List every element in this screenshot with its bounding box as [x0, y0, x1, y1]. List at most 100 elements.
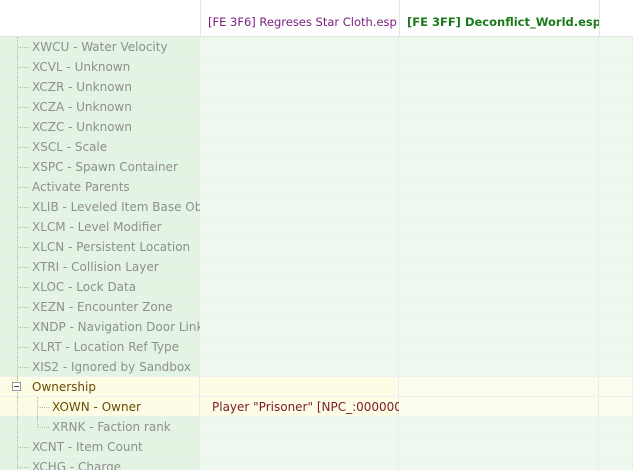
- value-cell[interactable]: [200, 217, 399, 237]
- value-cell[interactable]: [399, 417, 599, 437]
- value-cell[interactable]: [399, 77, 599, 97]
- value-cell[interactable]: [399, 357, 599, 377]
- field-name-cell[interactable]: XCZC - Unknown: [0, 117, 200, 137]
- value-cell[interactable]: [399, 457, 599, 470]
- value-cell[interactable]: [399, 277, 599, 297]
- field-name-cell[interactable]: XOWN - Owner: [0, 397, 200, 417]
- table-row[interactable]: XLIB - Leveled Item Base Obj...: [0, 197, 633, 217]
- field-name-cell[interactable]: XWCU - Water Velocity: [0, 37, 200, 57]
- field-name-cell[interactable]: XSCL - Scale: [0, 137, 200, 157]
- value-cell[interactable]: [399, 397, 599, 417]
- field-name-cell[interactable]: XCHG - Charge: [0, 457, 200, 470]
- field-name-cell[interactable]: XCVL - Unknown: [0, 57, 200, 77]
- value-cell[interactable]: [399, 337, 599, 357]
- field-name-cell[interactable]: XNDP - Navigation Door Link: [0, 317, 203, 337]
- value-cell[interactable]: [599, 157, 633, 177]
- field-name-cell[interactable]: XSPC - Spawn Container: [0, 157, 200, 177]
- field-name-cell[interactable]: XLOC - Lock Data: [0, 277, 200, 297]
- value-cell[interactable]: [200, 117, 399, 137]
- table-row[interactable]: XCNT - Item Count: [0, 437, 633, 457]
- value-cell[interactable]: [200, 237, 399, 257]
- value-cell[interactable]: [599, 77, 633, 97]
- value-cell[interactable]: [599, 417, 633, 437]
- value-cell[interactable]: [399, 377, 599, 397]
- field-name-cell[interactable]: XLIB - Leveled Item Base Obj...: [0, 197, 217, 217]
- value-cell[interactable]: [599, 397, 633, 417]
- column-header-name[interactable]: [0, 0, 200, 36]
- value-cell[interactable]: [200, 97, 399, 117]
- value-cell[interactable]: [599, 117, 633, 137]
- table-row[interactable]: XCZC - Unknown: [0, 117, 633, 137]
- value-cell[interactable]: [200, 457, 399, 470]
- table-row-ownership[interactable]: Ownership: [0, 377, 633, 397]
- table-row[interactable]: XLCN - Persistent Location: [0, 237, 633, 257]
- table-row[interactable]: XWCU - Water Velocity: [0, 37, 633, 57]
- value-cell[interactable]: [200, 177, 399, 197]
- value-cell[interactable]: [399, 257, 599, 277]
- field-name-cell[interactable]: XRNK - Faction rank: [0, 417, 200, 437]
- value-cell[interactable]: [399, 137, 599, 157]
- value-cell[interactable]: [399, 297, 599, 317]
- value-cell[interactable]: [399, 197, 599, 217]
- table-row[interactable]: XTRI - Collision Layer: [0, 257, 633, 277]
- value-cell[interactable]: [200, 377, 399, 397]
- value-cell[interactable]: [200, 257, 399, 277]
- field-name-cell[interactable]: XIS2 - Ignored by Sandbox: [0, 357, 200, 377]
- value-cell[interactable]: [200, 77, 399, 97]
- value-cell[interactable]: [200, 137, 399, 157]
- field-name-cell[interactable]: XCZA - Unknown: [0, 97, 200, 117]
- value-cell[interactable]: [599, 337, 633, 357]
- value-cell[interactable]: [200, 297, 399, 317]
- value-cell[interactable]: [599, 177, 633, 197]
- value-cell[interactable]: [599, 377, 633, 397]
- value-cell[interactable]: [599, 197, 633, 217]
- value-cell[interactable]: [399, 437, 599, 457]
- table-row[interactable]: XIS2 - Ignored by Sandbox: [0, 357, 633, 377]
- field-name-cell[interactable]: XCZR - Unknown: [0, 77, 200, 97]
- field-name-cell[interactable]: XLCN - Persistent Location: [0, 237, 200, 257]
- owner-value-cell[interactable]: Player "Prisoner" [NPC_:00000007]: [200, 397, 422, 417]
- field-name-cell[interactable]: XTRI - Collision Layer: [0, 257, 200, 277]
- value-cell[interactable]: [200, 197, 399, 217]
- field-name-cell[interactable]: XEZN - Encounter Zone: [0, 297, 200, 317]
- value-cell[interactable]: [599, 297, 633, 317]
- column-header-regreses-star-cloth[interactable]: [FE 3F6] Regreses Star Cloth.esp: [200, 0, 399, 36]
- value-cell[interactable]: [599, 57, 633, 77]
- table-row-faction-rank[interactable]: XRNK - Faction rank: [0, 417, 633, 437]
- table-row[interactable]: XCZA - Unknown: [0, 97, 633, 117]
- value-cell[interactable]: [599, 37, 633, 57]
- value-cell[interactable]: [200, 357, 399, 377]
- value-cell[interactable]: [399, 317, 599, 337]
- value-cell[interactable]: [599, 317, 633, 337]
- value-cell[interactable]: [599, 137, 633, 157]
- value-cell[interactable]: [599, 277, 633, 297]
- table-row[interactable]: XSPC - Spawn Container: [0, 157, 633, 177]
- value-cell[interactable]: [200, 317, 399, 337]
- table-row[interactable]: XNDP - Navigation Door Link: [0, 317, 633, 337]
- table-row[interactable]: XSCL - Scale: [0, 137, 633, 157]
- value-cell[interactable]: [200, 277, 399, 297]
- value-cell[interactable]: [200, 437, 399, 457]
- field-name-cell[interactable]: Ownership: [0, 377, 200, 397]
- value-cell[interactable]: [599, 97, 633, 117]
- value-cell[interactable]: [599, 457, 633, 470]
- value-cell[interactable]: [599, 217, 633, 237]
- table-row[interactable]: XCHG - Charge: [0, 457, 633, 470]
- value-cell[interactable]: [399, 177, 599, 197]
- value-cell[interactable]: [200, 37, 399, 57]
- value-cell[interactable]: [399, 117, 599, 137]
- value-cell[interactable]: [200, 57, 399, 77]
- table-row[interactable]: XLOC - Lock Data: [0, 277, 633, 297]
- value-cell[interactable]: [399, 37, 599, 57]
- value-cell[interactable]: [399, 217, 599, 237]
- field-name-cell[interactable]: Activate Parents: [0, 177, 200, 197]
- column-header-deconflict-world[interactable]: [FE 3FF] Deconflict_World.esp: [399, 0, 599, 36]
- value-cell[interactable]: [399, 237, 599, 257]
- table-row[interactable]: XCVL - Unknown: [0, 57, 633, 77]
- field-name-cell[interactable]: XLRT - Location Ref Type: [0, 337, 200, 357]
- value-cell[interactable]: [399, 97, 599, 117]
- table-row[interactable]: XLRT - Location Ref Type: [0, 337, 633, 357]
- value-cell[interactable]: [200, 417, 399, 437]
- value-cell[interactable]: [599, 437, 633, 457]
- value-cell[interactable]: [200, 157, 399, 177]
